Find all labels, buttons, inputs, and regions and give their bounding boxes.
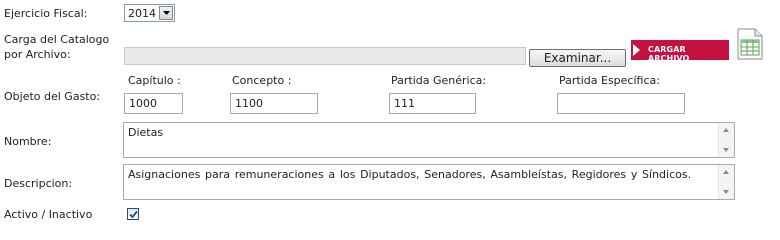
cargar-archivo-label: CARGAR ARCHIVO bbox=[648, 45, 690, 63]
concepto-value: 1100 bbox=[235, 97, 263, 110]
objeto-gasto-label: Objeto del Gasto: bbox=[4, 90, 101, 103]
capitulo-label: Capítulo : bbox=[128, 74, 181, 87]
play-arrow-icon bbox=[633, 44, 640, 56]
cargar-archivo-button[interactable]: CARGAR ARCHIVO bbox=[631, 40, 729, 63]
nombre-scrollbar[interactable] bbox=[718, 123, 734, 157]
nombre-label: Nombre: bbox=[4, 135, 52, 148]
nombre-value: Dietas bbox=[128, 126, 164, 139]
partida-generica-label: Partida Genérica: bbox=[391, 74, 487, 87]
checkmark-icon bbox=[129, 210, 138, 219]
partida-especifica-label: Partida Específica: bbox=[559, 74, 660, 87]
activo-label: Activo / Inactivo bbox=[4, 208, 93, 221]
scroll-up-icon[interactable] bbox=[723, 128, 729, 132]
partida-generica-input[interactable]: 111 bbox=[389, 93, 476, 114]
partida-generica-value: 111 bbox=[394, 97, 415, 110]
scroll-up-icon[interactable] bbox=[723, 170, 729, 174]
ejercicio-fiscal-select[interactable]: 2014 bbox=[124, 4, 175, 22]
carga-catalogo-label-line2: por Archivo: bbox=[4, 48, 71, 61]
capitulo-input[interactable]: 1000 bbox=[124, 93, 183, 114]
chevron-down-icon[interactable] bbox=[159, 6, 173, 20]
descripcion-label: Descripcion: bbox=[4, 177, 73, 190]
activo-checkbox[interactable] bbox=[127, 208, 139, 220]
nombre-textarea[interactable]: Dietas bbox=[123, 122, 735, 158]
browse-button[interactable]: Examinar... bbox=[529, 49, 626, 67]
spreadsheet-icon[interactable] bbox=[737, 28, 763, 60]
descripcion-textarea[interactable]: Asignaciones para remuneraciones a los D… bbox=[123, 164, 735, 200]
descripcion-scrollbar[interactable] bbox=[718, 165, 734, 199]
scroll-down-icon[interactable] bbox=[723, 148, 729, 152]
ejercicio-fiscal-label: Ejercicio Fiscal: bbox=[4, 7, 88, 20]
scroll-down-icon[interactable] bbox=[723, 190, 729, 194]
capitulo-value: 1000 bbox=[129, 97, 157, 110]
partida-especifica-input[interactable] bbox=[557, 93, 685, 114]
file-path-input[interactable] bbox=[124, 47, 526, 65]
concepto-label: Concepto : bbox=[232, 74, 292, 87]
ejercicio-fiscal-value: 2014 bbox=[128, 7, 156, 20]
concepto-input[interactable]: 1100 bbox=[230, 93, 318, 114]
descripcion-value: Asignaciones para remuneraciones a los D… bbox=[128, 168, 692, 181]
carga-catalogo-label-line1: Carga del Catalogo bbox=[4, 33, 110, 46]
